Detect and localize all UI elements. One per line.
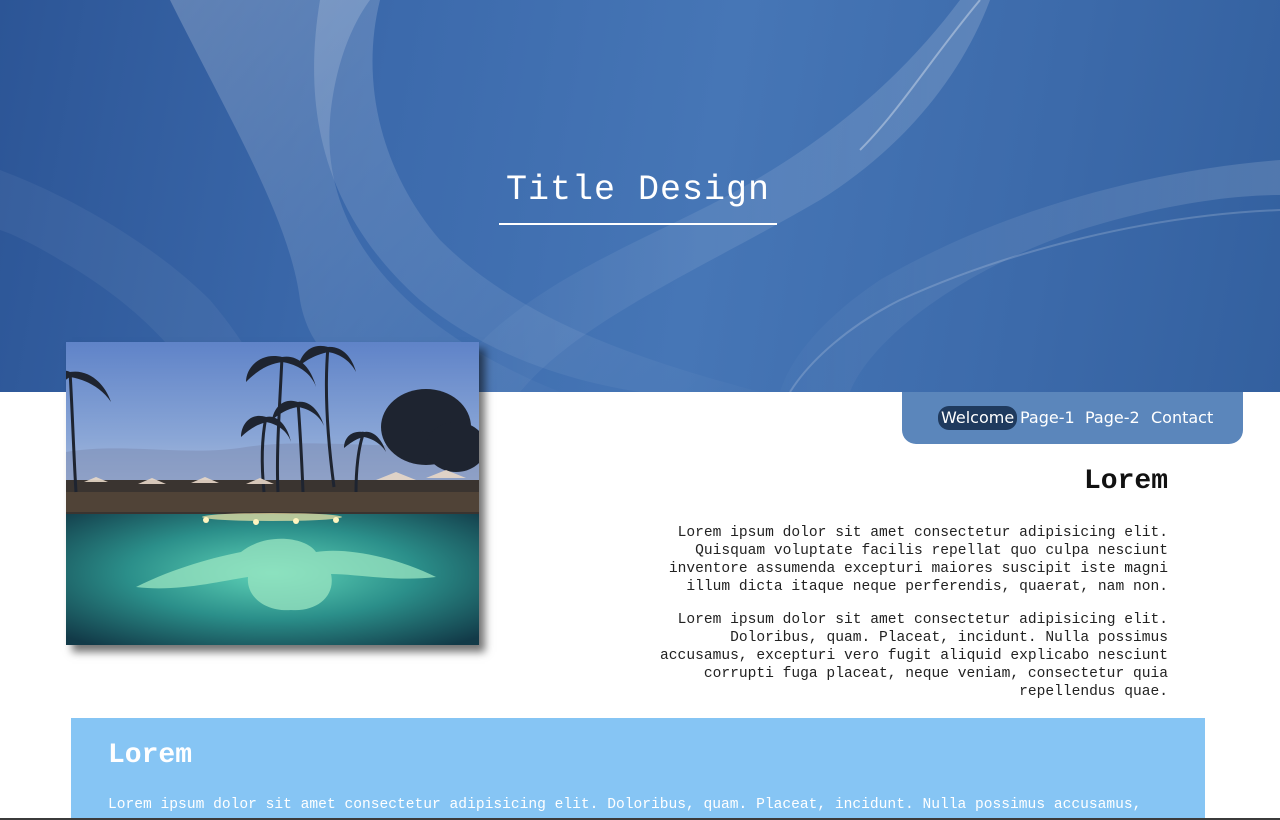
nav-item-page-2[interactable]: Page-2 [1085, 406, 1140, 430]
band-heading: Lorem [108, 740, 193, 771]
nav-item-welcome[interactable]: Welcome [938, 406, 1018, 430]
welcome-paragraph-2: Lorem ipsum dolor sit amet consectetur a… [660, 612, 1168, 700]
welcome-heading: Lorem [1083, 466, 1168, 497]
title-underline [499, 223, 777, 225]
info-band: Lorem Lorem ipsum dolor sit amet consect… [71, 718, 1205, 820]
resort-pool-photo [66, 342, 479, 645]
welcome-paragraph-1: Lorem ipsum dolor sit amet consectetur a… [668, 525, 1168, 595]
page-title: Title Design [505, 170, 771, 210]
nav-item-page-1[interactable]: Page-1 [1020, 406, 1075, 430]
main-nav: Welcome Page-1 Page-2 Contact [902, 392, 1243, 444]
pool-palm-trees-illustration [66, 342, 479, 645]
band-paragraph: Lorem ipsum dolor sit amet consectetur a… [108, 797, 1142, 813]
hero-banner: Title Design [0, 0, 1280, 392]
nav-item-contact[interactable]: Contact [1151, 406, 1213, 430]
